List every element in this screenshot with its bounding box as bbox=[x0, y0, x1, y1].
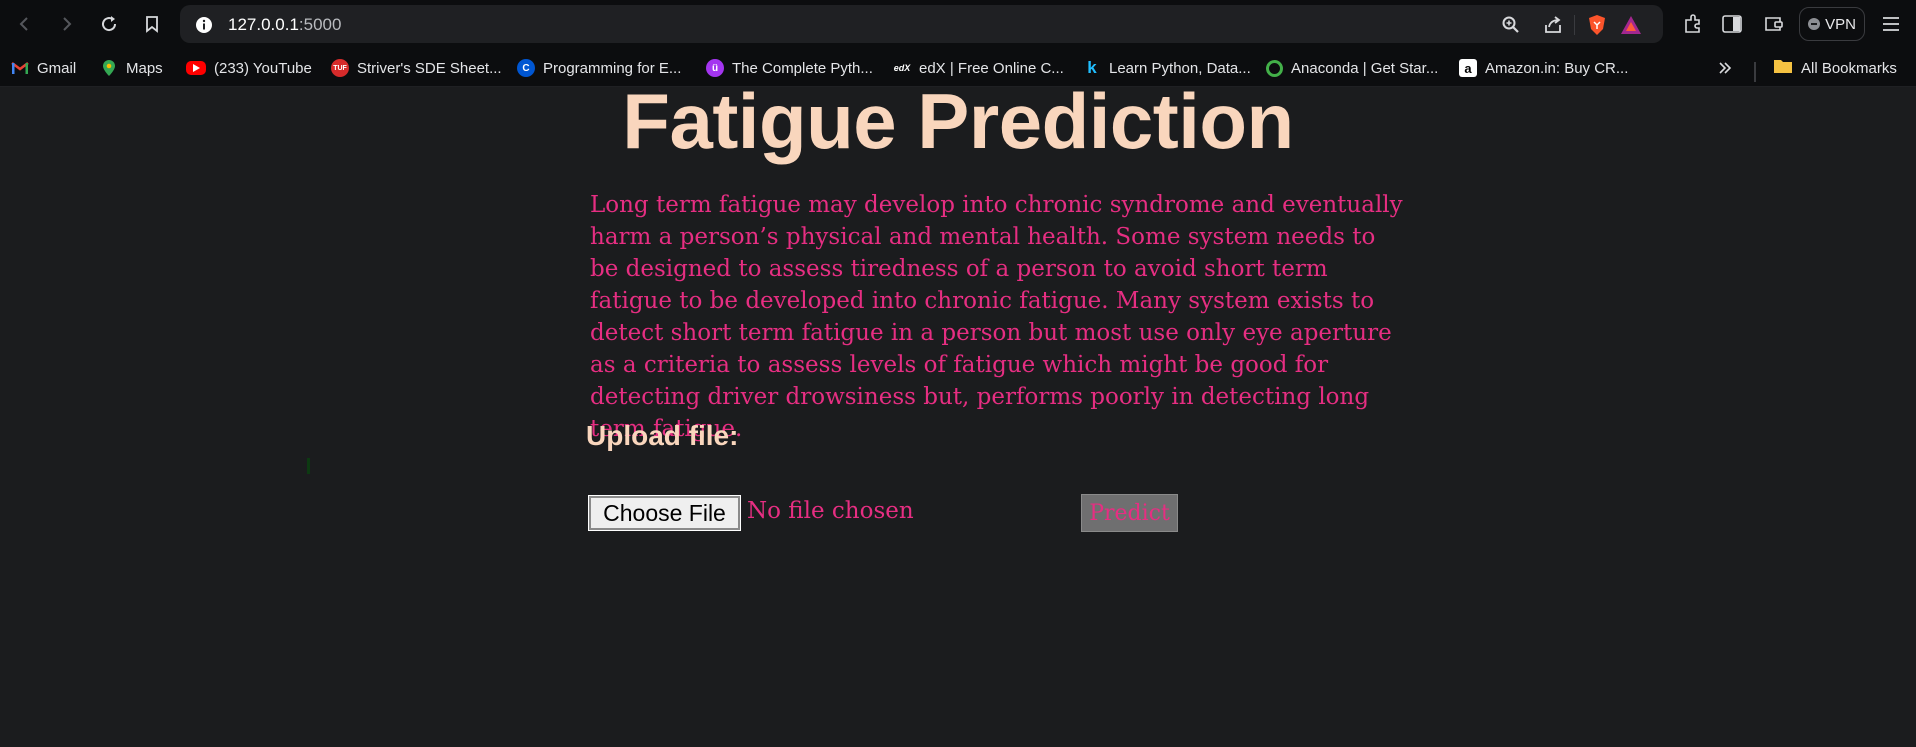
bookmark-striver[interactable]: TUF Striver's SDE Sheet... bbox=[331, 57, 502, 79]
sidebar-toggle-icon[interactable] bbox=[1720, 12, 1744, 36]
back-button[interactable] bbox=[11, 10, 39, 38]
bookmark-label: (233) YouTube bbox=[214, 59, 312, 77]
edx-icon: edX bbox=[893, 63, 911, 73]
all-bookmarks-folder[interactable]: All Bookmarks bbox=[1773, 57, 1897, 79]
menu-icon[interactable] bbox=[1879, 12, 1903, 36]
maps-icon bbox=[100, 59, 118, 77]
url-host: 127.0.0.1 bbox=[228, 15, 299, 34]
bookmark-amazon[interactable]: a Amazon.in: Buy CR... bbox=[1459, 57, 1628, 79]
bookmark-youtube[interactable]: (233) YouTube bbox=[186, 57, 312, 79]
coursera-icon: C bbox=[517, 59, 535, 77]
bookmark-anaconda[interactable]: Anaconda | Get Star... bbox=[1266, 57, 1438, 79]
chevron-right-icon bbox=[63, 17, 72, 31]
reload-icon bbox=[102, 16, 117, 32]
predict-button[interactable]: Predict bbox=[1081, 494, 1178, 532]
bookmark-icon bbox=[146, 16, 158, 33]
bookmark-edx[interactable]: edX edX | Free Online C... bbox=[893, 57, 1064, 79]
bookmark-udemy[interactable]: ü The Complete Pyth... bbox=[706, 57, 873, 79]
bookmark-label: edX | Free Online C... bbox=[919, 59, 1064, 77]
vpn-label: VPN bbox=[1825, 15, 1856, 33]
site-info-icon[interactable] bbox=[193, 14, 215, 36]
file-status-text: No file chosen bbox=[747, 498, 914, 524]
bookmark-label: Programming for E... bbox=[543, 59, 682, 77]
bookmark-label: Amazon.in: Buy CR... bbox=[1485, 59, 1629, 77]
address-bar[interactable]: 127.0.0.1:5000 bbox=[180, 5, 1663, 43]
brave-shields-icon[interactable] bbox=[1586, 14, 1608, 36]
bookmarks-divider bbox=[1754, 62, 1756, 82]
folder-icon bbox=[1773, 58, 1793, 78]
bookmark-label: Gmail bbox=[37, 59, 77, 77]
bookmark-label: The Complete Pyth... bbox=[732, 59, 873, 77]
bookmark-maps[interactable]: Maps bbox=[100, 57, 163, 79]
anaconda-icon bbox=[1266, 59, 1283, 77]
omnibox-divider bbox=[1574, 15, 1575, 35]
upload-label: Upload file: bbox=[586, 420, 739, 451]
extensions-icon[interactable] bbox=[1681, 12, 1705, 36]
bookmark-page-button[interactable] bbox=[138, 10, 166, 38]
url-port: :5000 bbox=[298, 15, 342, 34]
choose-file-button[interactable]: Choose File bbox=[588, 495, 741, 531]
browser-toolbar: 127.0.0.1:5000 VPN bbox=[0, 0, 1916, 48]
zoom-icon[interactable] bbox=[1500, 14, 1522, 36]
bookmark-label: Striver's SDE Sheet... bbox=[357, 59, 502, 77]
page-title: Fatigue Prediction bbox=[622, 77, 1294, 165]
all-bookmarks-label: All Bookmarks bbox=[1801, 59, 1897, 77]
reload-button[interactable] bbox=[95, 10, 123, 38]
vpn-status-icon bbox=[1808, 18, 1821, 30]
bookmark-label: Learn Python, Data... bbox=[1109, 59, 1251, 77]
kaggle-icon: k bbox=[1087, 58, 1097, 77]
address-url: 127.0.0.1:5000 bbox=[228, 15, 341, 35]
udemy-icon: ü bbox=[706, 59, 724, 77]
tuf-icon: TUF bbox=[331, 59, 349, 77]
bookmark-label: Anaconda | Get Star... bbox=[1291, 59, 1439, 77]
vpn-button[interactable]: VPN bbox=[1799, 7, 1865, 41]
wallet-icon[interactable] bbox=[1762, 12, 1786, 36]
amazon-icon: a bbox=[1459, 59, 1477, 77]
youtube-icon bbox=[186, 61, 206, 75]
share-icon[interactable] bbox=[1542, 14, 1564, 36]
bookmark-kaggle[interactable]: k Learn Python, Data... bbox=[1083, 57, 1251, 79]
gmail-icon bbox=[11, 59, 29, 77]
page-description: Long term fatigue may develop into chron… bbox=[590, 192, 1403, 442]
stray-mark bbox=[307, 458, 310, 474]
chevron-double-right-icon bbox=[1719, 62, 1732, 74]
chevron-left-icon bbox=[19, 17, 28, 31]
bookmark-gmail[interactable]: Gmail bbox=[11, 57, 76, 79]
bookmarks-overflow-button[interactable] bbox=[1717, 57, 1733, 79]
forward-button[interactable] bbox=[52, 10, 80, 38]
brave-rewards-icon[interactable] bbox=[1620, 14, 1642, 36]
bookmark-label: Maps bbox=[126, 59, 163, 77]
bookmark-coursera[interactable]: C Programming for E... bbox=[517, 57, 681, 79]
